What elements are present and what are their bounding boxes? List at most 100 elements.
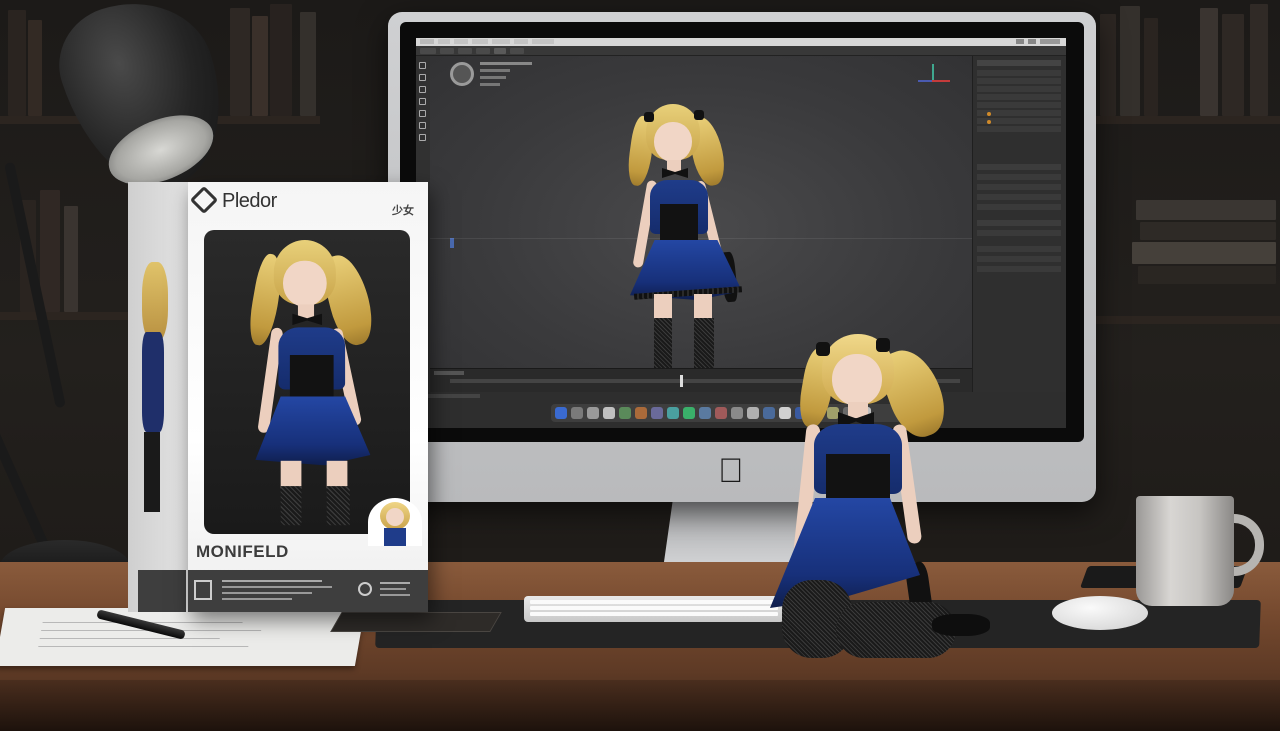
thigh <box>654 294 672 320</box>
property-field[interactable] <box>977 184 1061 190</box>
menu-item[interactable] <box>532 39 554 44</box>
app-icon[interactable] <box>651 407 663 419</box>
app-icon[interactable] <box>603 407 615 419</box>
measure-tool-icon[interactable] <box>419 134 426 141</box>
status-area <box>416 392 1066 428</box>
app-icon[interactable] <box>619 407 631 419</box>
thumb-face <box>386 508 404 526</box>
toolbar-button[interactable] <box>494 48 506 54</box>
property-field[interactable] <box>977 246 1061 252</box>
book <box>1100 14 1116 116</box>
desk-edge <box>0 680 1280 731</box>
footer-text-line <box>222 592 312 594</box>
outliner-row[interactable] <box>977 78 1061 84</box>
monitor-screen[interactable] <box>416 38 1066 428</box>
finder-icon[interactable] <box>555 407 567 419</box>
outliner-row[interactable] <box>977 102 1061 108</box>
property-field[interactable] <box>977 194 1061 200</box>
menu-item[interactable] <box>492 39 510 44</box>
outliner-row[interactable] <box>977 86 1061 92</box>
box-footer <box>188 570 428 612</box>
footer-text-line <box>380 588 406 590</box>
side-dress <box>142 332 164 432</box>
key-row <box>530 600 778 604</box>
mouse <box>1052 596 1148 630</box>
toolbar-button[interactable] <box>440 48 454 54</box>
app-icon[interactable] <box>635 407 647 419</box>
hair-bow <box>876 338 890 352</box>
rotate-tool-icon[interactable] <box>419 86 426 93</box>
app-icon[interactable] <box>747 407 759 419</box>
3d-viewport[interactable] <box>430 56 972 368</box>
paper-line <box>38 646 249 647</box>
property-field[interactable] <box>977 220 1061 226</box>
character-name: MONIFELD <box>196 542 289 561</box>
thigh <box>280 460 302 489</box>
menu-clock <box>1040 39 1060 44</box>
book <box>1140 222 1276 240</box>
property-field[interactable] <box>977 164 1061 170</box>
app-icon[interactable] <box>587 407 599 419</box>
app-icon[interactable] <box>827 407 839 419</box>
annotate-tool-icon[interactable] <box>419 122 426 129</box>
app-icon[interactable] <box>715 407 727 419</box>
menu-item[interactable] <box>514 39 528 44</box>
book <box>1136 200 1276 220</box>
key-row <box>530 612 778 616</box>
menu-status-icon[interactable] <box>1028 39 1036 44</box>
book <box>1250 4 1268 116</box>
object-icon <box>987 112 991 116</box>
property-field[interactable] <box>977 174 1061 180</box>
transform-tool-icon[interactable] <box>419 110 426 117</box>
pivot-marker-icon <box>450 238 454 248</box>
shelf-board <box>1096 116 1280 124</box>
app-icon[interactable] <box>683 407 695 419</box>
camera-gizmo-icon[interactable] <box>450 62 474 86</box>
keyboard <box>524 596 784 622</box>
book <box>230 8 250 116</box>
menu-item[interactable] <box>420 39 434 44</box>
app-icon[interactable] <box>731 407 743 419</box>
menu-item[interactable] <box>438 39 450 44</box>
app-icon[interactable] <box>779 407 791 419</box>
property-field[interactable] <box>977 256 1061 262</box>
book <box>1120 6 1140 116</box>
thigh <box>694 294 712 320</box>
select-tool-icon[interactable] <box>419 62 426 69</box>
playhead[interactable] <box>680 375 683 387</box>
menu-item[interactable] <box>454 39 468 44</box>
property-field[interactable] <box>977 204 1061 210</box>
book <box>300 12 316 116</box>
move-tool-icon[interactable] <box>419 74 426 81</box>
outliner-row[interactable] <box>977 94 1061 100</box>
toolbar-button[interactable] <box>510 48 524 54</box>
footer-text-line <box>380 582 410 584</box>
property-field[interactable] <box>977 230 1061 236</box>
book <box>270 4 292 116</box>
axis-x-icon <box>932 80 950 82</box>
book <box>252 16 268 116</box>
search-icon[interactable] <box>571 407 583 419</box>
property-field[interactable] <box>977 266 1061 272</box>
paper-line <box>39 638 220 639</box>
toolbar-button[interactable] <box>458 48 472 54</box>
outliner-row[interactable] <box>977 70 1061 76</box>
box-side-panel <box>128 182 188 612</box>
axis-z-icon <box>918 80 932 82</box>
toolbar-button[interactable] <box>420 48 436 54</box>
box-seal: 少女 <box>392 205 414 217</box>
outliner-row[interactable] <box>977 126 1061 132</box>
booklet <box>330 612 502 632</box>
app-icon[interactable] <box>699 407 711 419</box>
corset <box>289 355 334 401</box>
footer-text-line <box>222 598 292 600</box>
toolbar-button[interactable] <box>476 48 490 54</box>
hair-bow <box>694 110 704 120</box>
menu-status-icon[interactable] <box>1016 39 1024 44</box>
face <box>832 354 882 406</box>
app-icon[interactable] <box>667 407 679 419</box>
menu-item[interactable] <box>472 39 488 44</box>
corset <box>660 204 698 244</box>
app-icon[interactable] <box>763 407 775 419</box>
scale-tool-icon[interactable] <box>419 98 426 105</box>
